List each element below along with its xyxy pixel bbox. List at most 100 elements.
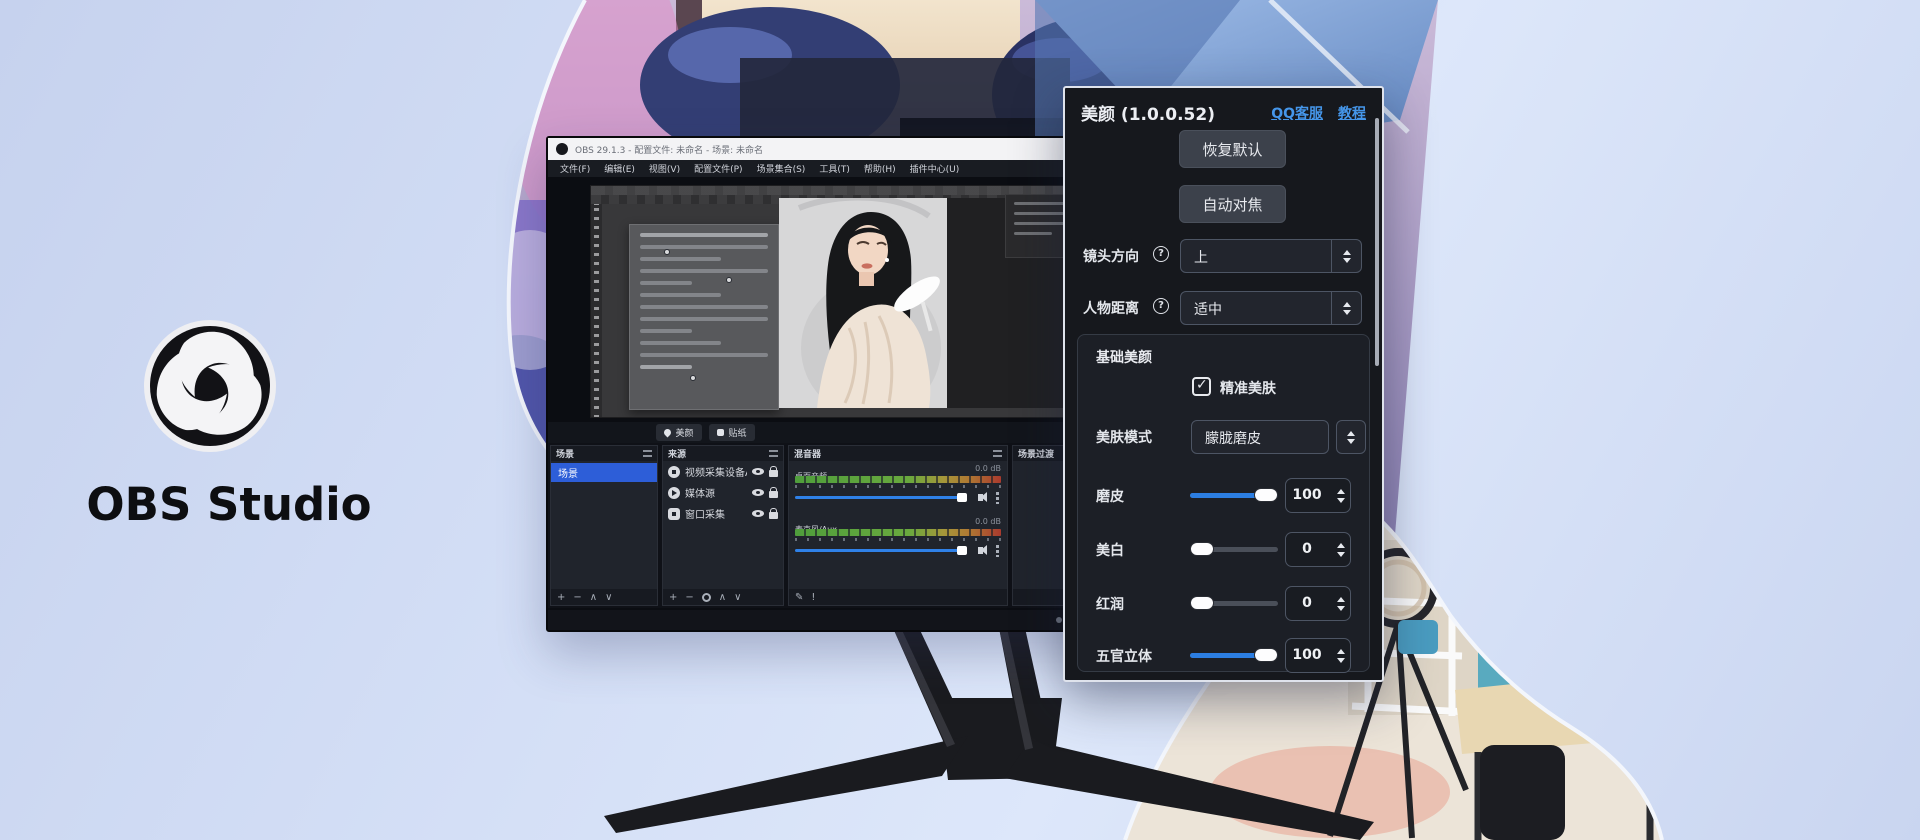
beauty-pin-icon <box>663 428 673 438</box>
help-icon[interactable] <box>1153 246 1169 262</box>
whitening-spinbox[interactable]: 0 <box>1285 532 1351 567</box>
speaker-icon[interactable] <box>978 494 983 501</box>
tutorial-link[interactable]: 教程 <box>1338 103 1366 123</box>
mixer-options-icon[interactable] <box>996 545 999 557</box>
subject-distance-label: 人物距离 <box>1083 298 1139 318</box>
beauty-plugin-panel: 美颜 (1.0.0.52) QQ客服 教程 恢复默认 自动对焦 镜头方向 上 人… <box>1063 86 1384 682</box>
add-scene-button[interactable]: + <box>557 592 565 603</box>
smoothing-slider[interactable] <box>1190 493 1278 498</box>
spinner-icon[interactable] <box>1331 292 1361 324</box>
facial-3d-slider[interactable] <box>1190 653 1278 658</box>
spin-arrows-icon[interactable] <box>1337 587 1345 620</box>
menu-scene-collection[interactable]: 场景集合(S) <box>751 162 812 175</box>
spin-arrows-icon[interactable] <box>1337 533 1345 566</box>
source-properties-gear-icon[interactable] <box>702 593 711 602</box>
scene-item-selected[interactable]: 场景 <box>551 463 657 482</box>
dock-options-icon[interactable] <box>643 450 652 457</box>
restore-defaults-button[interactable]: 恢复默认 <box>1179 130 1286 168</box>
menu-help[interactable]: 帮助(H) <box>858 162 902 175</box>
whitening-label: 美白 <box>1096 540 1124 560</box>
mixer-dock: 混音器 桌面音频 0.0 dB 麦克风/Aux 0 <box>788 445 1008 606</box>
rosy-spinbox[interactable]: 0 <box>1285 586 1351 621</box>
scenes-list: 场景 <box>551 461 657 589</box>
precise-skin-label: 精准美肤 <box>1220 378 1276 398</box>
skin-mode-spinner[interactable] <box>1336 420 1366 454</box>
smoothing-value: 100 <box>1286 487 1328 503</box>
sticker-quick-button[interactable]: 贴纸 <box>709 424 755 441</box>
source-row-media[interactable]: 媒体源 <box>663 482 783 503</box>
facial-3d-value: 100 <box>1286 647 1328 663</box>
add-source-button[interactable]: + <box>669 592 677 603</box>
visibility-eye-icon[interactable] <box>752 489 764 496</box>
spin-arrows-icon[interactable] <box>1337 479 1345 512</box>
facial-3d-spinbox[interactable]: 100 <box>1285 638 1351 673</box>
source-row-window[interactable]: 窗口采集 <box>663 503 783 524</box>
menu-tools[interactable]: 工具(T) <box>813 162 856 175</box>
dock-options-icon[interactable] <box>769 450 778 457</box>
beauty-quick-button[interactable]: 美颜 <box>656 424 702 441</box>
subject-distance-select[interactable]: 适中 <box>1180 291 1362 325</box>
autofocus-button[interactable]: 自动对焦 <box>1179 185 1286 223</box>
menu-profile[interactable]: 配置文件(P) <box>688 162 748 175</box>
slider-knob[interactable] <box>1254 488 1278 502</box>
basic-beauty-title: 基础美颜 <box>1096 347 1152 367</box>
rosy-slider[interactable] <box>1190 601 1278 606</box>
visibility-eye-icon[interactable] <box>752 510 764 517</box>
volume-slider[interactable] <box>795 493 967 502</box>
skin-mode-select[interactable]: 朦胧磨皮 <box>1191 420 1329 454</box>
whitening-slider[interactable] <box>1190 547 1278 552</box>
menu-edit[interactable]: 编辑(E) <box>598 162 641 175</box>
lock-icon[interactable] <box>769 512 778 519</box>
volume-meter <box>795 529 1001 536</box>
visibility-eye-icon[interactable] <box>752 468 764 475</box>
slider-knob[interactable] <box>1254 648 1278 662</box>
rosy-label: 红润 <box>1096 594 1124 614</box>
slider-knob[interactable] <box>1190 542 1214 556</box>
rosy-value: 0 <box>1286 595 1328 611</box>
obs-window-title: OBS 29.1.3 - 配置文件: 未命名 - 场景: 未命名 <box>575 143 763 156</box>
help-icon[interactable] <box>1153 298 1169 314</box>
scene-down-button[interactable]: ∨ <box>605 592 612 603</box>
lock-icon[interactable] <box>769 491 778 498</box>
skin-mode-value: 朦胧磨皮 <box>1205 428 1261 448</box>
volume-slider[interactable] <box>795 546 967 555</box>
skin-mode-label: 美肤模式 <box>1096 427 1152 447</box>
volume-meter <box>795 476 1001 483</box>
menu-view[interactable]: 视图(V) <box>643 162 686 175</box>
menu-plugin-center[interactable]: 插件中心(U) <box>904 162 966 175</box>
speaker-icon[interactable] <box>978 547 983 554</box>
spin-arrows-icon[interactable] <box>1337 639 1345 672</box>
meter-ticks <box>795 538 1001 541</box>
remove-scene-button[interactable]: − <box>573 592 581 603</box>
scene-up-button[interactable]: ∧ <box>590 592 597 603</box>
obs-app-name: OBS Studio <box>64 478 394 531</box>
subject-distance-row: 人物距离 适中 <box>1065 290 1382 326</box>
video-capture-icon <box>668 466 680 478</box>
source-up-button[interactable]: ∧ <box>719 592 726 603</box>
mixer-pen-icon[interactable]: ✎ <box>795 592 803 603</box>
precise-skin-checkbox[interactable] <box>1192 377 1211 396</box>
whitening-value: 0 <box>1286 541 1328 557</box>
slider-knob[interactable] <box>1190 596 1214 610</box>
panel-links: QQ客服 教程 <box>1271 103 1366 123</box>
mixer-db-value: 0.0 dB <box>975 517 1001 526</box>
menu-file[interactable]: 文件(F) <box>554 162 596 175</box>
transitions-dock-title: 场景过渡 <box>1018 447 1054 460</box>
spinner-icon[interactable] <box>1331 240 1361 272</box>
sources-dock: 来源 视频采集设备A 媒体源 <box>662 445 784 606</box>
source-down-button[interactable]: ∨ <box>734 592 741 603</box>
precise-skin-row: 精准美肤 <box>1078 377 1369 401</box>
mixer-options-icon[interactable] <box>996 492 999 504</box>
mixer-alert-icon[interactable]: ! <box>811 592 815 603</box>
smoothing-spinbox[interactable]: 100 <box>1285 478 1351 513</box>
dock-options-icon[interactable] <box>993 450 1002 457</box>
camera-direction-select[interactable]: 上 <box>1180 239 1362 273</box>
lock-icon[interactable] <box>769 470 778 477</box>
qq-support-link[interactable]: QQ客服 <box>1271 103 1323 123</box>
obs-logo-icon <box>140 316 280 456</box>
scenes-toolbar: + − ∧ ∨ <box>551 589 657 605</box>
source-row-camera[interactable]: 视频采集设备A <box>663 461 783 482</box>
page: OBS Studio OBS 29.1.3 - 配置文件: 未命名 - 场景: … <box>0 0 1920 840</box>
remove-source-button[interactable]: − <box>685 592 693 603</box>
facial-3d-slider-row: 五官立体 100 <box>1078 638 1369 674</box>
